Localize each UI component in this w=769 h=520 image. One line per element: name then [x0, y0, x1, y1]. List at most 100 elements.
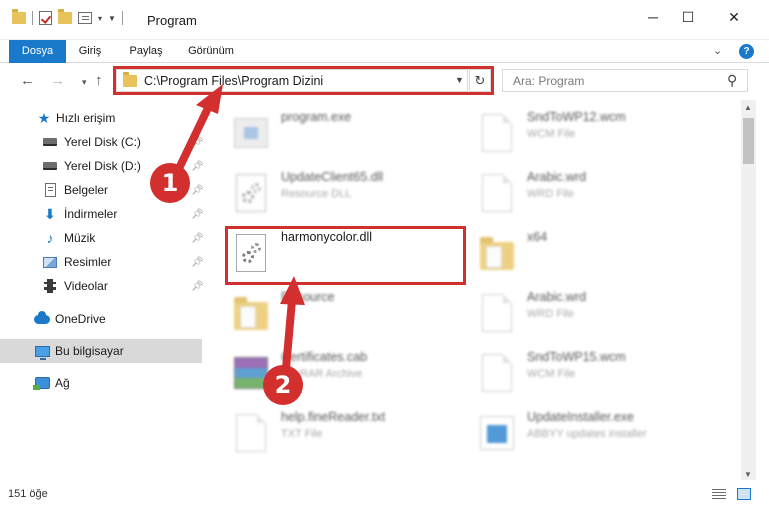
- file-name: Arabic.wrd: [527, 170, 587, 184]
- file-item[interactable]: program.exe: [231, 104, 471, 162]
- file-name: SndToWP15.wcm: [527, 350, 626, 364]
- scroll-down-icon[interactable]: ▼: [744, 470, 752, 479]
- recent-locations-icon[interactable]: ▾: [82, 77, 87, 88]
- file-name: Certificates.cab: [281, 350, 368, 364]
- exe-icon: [231, 112, 271, 154]
- drive-icon: [42, 134, 58, 150]
- scroll-up-icon[interactable]: ▲: [744, 103, 752, 112]
- onedrive-cloud-icon: [34, 310, 50, 327]
- address-highlight-box: [113, 66, 494, 95]
- document-icon: [477, 112, 517, 154]
- tab-share[interactable]: Paylaş: [118, 40, 174, 63]
- help-icon[interactable]: ?: [739, 44, 754, 59]
- document-icon: [231, 412, 271, 454]
- up-arrow-icon[interactable]: ↑: [95, 72, 103, 89]
- vertical-scrollbar[interactable]: ▲ ▼: [741, 100, 756, 480]
- file-item[interactable]: SndToWP12.wcm WCM File: [477, 104, 717, 162]
- sidebar-item-label: OneDrive: [55, 312, 106, 326]
- pin-icon[interactable]: 📌︎: [191, 161, 204, 172]
- scroll-thumb[interactable]: [743, 118, 754, 164]
- sidebar-item-label: Müzik: [64, 231, 96, 245]
- large-icons-view-icon[interactable]: [737, 488, 751, 500]
- folder-icon: [12, 9, 26, 24]
- file-item[interactable]: UpdateClient65.dll Resource DLL: [231, 164, 471, 222]
- file-item[interactable]: SndToWP15.wcm WCM File: [477, 344, 717, 402]
- window-title: Program: [147, 13, 197, 28]
- file-item[interactable]: Arabic.wrd WRD File: [477, 164, 717, 222]
- file-type: WRD File: [527, 188, 575, 200]
- file-list: program.exe UpdateClient65.dll Resource …: [207, 100, 740, 480]
- properties-check-icon[interactable]: [39, 11, 52, 25]
- sidebar-item-label: Ağ: [55, 376, 70, 390]
- sidebar-item-downloads[interactable]: ⬇ İndirmeler 📌︎: [0, 202, 204, 226]
- maximize-button[interactable]: ☐: [665, 0, 711, 34]
- sidebar-item-label: Bu bilgisayar: [55, 344, 124, 358]
- dll-icon: [231, 172, 271, 214]
- sidebar-item-music[interactable]: ♪ Müzik 📌︎: [0, 226, 204, 250]
- sidebar-item-pictures[interactable]: Resimler 📌︎: [0, 250, 204, 274]
- sidebar-item-videos[interactable]: Videolar 📌︎: [0, 274, 204, 298]
- sidebar-item-label: Resimler: [64, 255, 112, 269]
- videos-icon: [42, 278, 58, 294]
- properties-icon[interactable]: [78, 12, 92, 24]
- file-type: Resource DLL: [281, 188, 352, 200]
- file-item[interactable]: Resource: [231, 284, 471, 342]
- document-icon: [477, 172, 517, 214]
- status-bar: 151 öğe: [0, 482, 769, 506]
- back-arrow-icon[interactable]: ←: [20, 72, 35, 89]
- sidebar-item-label: Hızlı erişim: [56, 111, 116, 125]
- star-icon: ★: [37, 109, 51, 126]
- file-item[interactable]: Arabic.wrd WRD File: [477, 284, 717, 342]
- installer-icon: [477, 412, 517, 454]
- tab-file[interactable]: Dosya: [9, 40, 66, 63]
- pictures-icon: [42, 254, 58, 270]
- folder-icon: [231, 292, 271, 334]
- search-box[interactable]: Ara: Program ⚲: [502, 69, 748, 92]
- sidebar-item-this-pc[interactable]: Bu bilgisayar: [0, 339, 202, 363]
- sidebar-item-disk-c[interactable]: Yerel Disk (C:) 📌︎: [0, 130, 204, 154]
- file-type: TXT File: [281, 428, 323, 440]
- customize-toolbar-icon[interactable]: ▼: [108, 14, 116, 23]
- file-item[interactable]: UpdateInstaller.exe ABBYY updates instal…: [477, 404, 717, 462]
- forward-arrow-icon[interactable]: →: [50, 72, 65, 89]
- tab-home[interactable]: Giriş: [68, 40, 112, 63]
- search-icon[interactable]: ⚲: [727, 72, 737, 89]
- file-item[interactable]: x64: [477, 224, 717, 282]
- network-icon: [32, 375, 50, 391]
- step-2-badge: 2: [263, 365, 303, 405]
- document-icon: [477, 352, 517, 394]
- file-item[interactable]: help.fineReader.txt TXT File: [231, 404, 471, 462]
- pin-icon[interactable]: 📌︎: [191, 281, 204, 292]
- file-name: UpdateInstaller.exe: [527, 410, 635, 424]
- quick-access-toolbar: ▾ ▼: [12, 9, 123, 25]
- file-name: x64: [527, 230, 548, 244]
- file-name: Arabic.wrd: [527, 290, 587, 304]
- pin-icon[interactable]: 📌︎: [191, 233, 204, 244]
- file-highlight-box: [225, 226, 466, 285]
- drive-icon: [42, 158, 58, 174]
- file-name: help.fineReader.txt: [281, 410, 386, 424]
- file-name: UpdateClient65.dll: [281, 170, 384, 184]
- navigation-pane: ★ Hızlı erişim Yerel Disk (C:) 📌︎ Yerel …: [0, 100, 205, 480]
- pin-icon[interactable]: 📌︎: [191, 257, 204, 268]
- search-placeholder[interactable]: Ara: Program: [513, 74, 584, 88]
- tab-view[interactable]: Görünüm: [178, 40, 244, 63]
- sidebar-item-label: Yerel Disk (D:): [64, 159, 141, 173]
- sidebar-item-network[interactable]: Ağ: [0, 371, 202, 395]
- close-button[interactable]: ✕: [711, 0, 757, 34]
- file-type: WCM File: [527, 368, 576, 380]
- music-icon: ♪: [46, 230, 54, 246]
- item-count: 151 öğe: [8, 488, 48, 500]
- sidebar-item-onedrive[interactable]: OneDrive: [0, 307, 202, 331]
- pin-icon[interactable]: 📌︎: [191, 137, 204, 148]
- file-type: ABBYY updates installer: [527, 428, 647, 440]
- sidebar-item-quick-access[interactable]: ★ Hızlı erişim: [0, 106, 202, 130]
- details-view-icon[interactable]: [712, 489, 726, 500]
- downloads-icon: ⬇: [44, 205, 56, 222]
- pin-icon[interactable]: 📌︎: [191, 209, 204, 220]
- chevron-down-icon[interactable]: ▾: [98, 14, 102, 23]
- step-1-badge: 1: [150, 163, 190, 203]
- new-folder-icon[interactable]: [58, 9, 72, 24]
- pin-icon[interactable]: 📌︎: [191, 185, 204, 196]
- expand-ribbon-icon[interactable]: ⌄: [713, 44, 722, 57]
